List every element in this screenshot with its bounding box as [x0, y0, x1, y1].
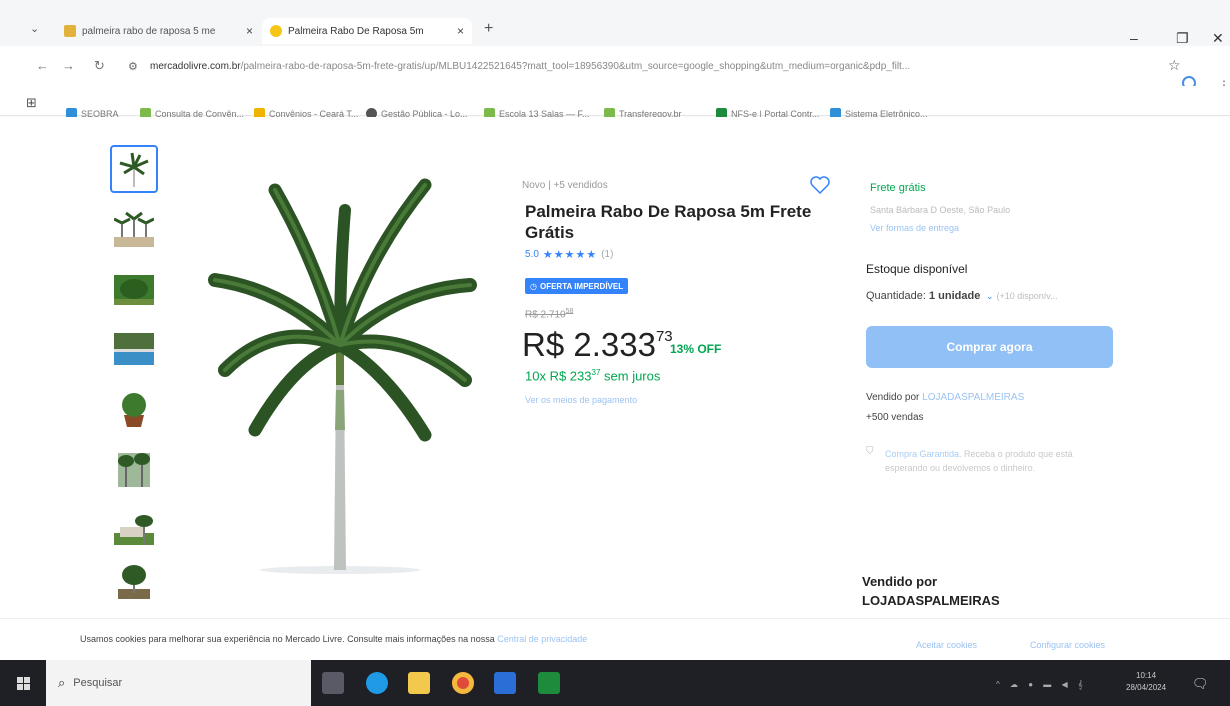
thumbnail-7[interactable]: [110, 505, 158, 553]
search-icon: ⌕: [58, 675, 66, 690]
discount-label: 13% OFF: [670, 342, 722, 356]
taskbar-search-label: Pesquisar: [73, 677, 123, 689]
cookie-text: Usamos cookies para melhorar sua experiê…: [80, 634, 588, 644]
garden-thumbnail-icon: [114, 275, 154, 305]
tab-search-icon[interactable]: ⌄: [30, 22, 39, 35]
tab-product[interactable]: Palmeira Rabo De Raposa 5m ×: [262, 18, 472, 44]
file-explorer-icon[interactable]: [408, 672, 430, 694]
seller-sales: +500 vendas: [866, 412, 924, 423]
clock-icon: ◷: [530, 281, 537, 291]
restore-button[interactable]: ❐: [1176, 30, 1189, 47]
word-icon[interactable]: [494, 672, 516, 694]
shipping-origin: Santa Bárbara D Oeste, São Paulo: [870, 205, 1011, 215]
potted-palm-thumbnail-icon: [122, 393, 146, 427]
offer-badge: ◷ OFERTA IMPERDÍVEL: [525, 278, 629, 294]
tab-title: palmeira rabo de raposa 5 me: [82, 25, 216, 37]
site-settings-icon[interactable]: ⚙: [128, 60, 138, 73]
sold-by: Vendido por LOJADASPALMEIRAS: [866, 392, 1025, 403]
apps-grid-icon[interactable]: ⊞: [26, 95, 37, 111]
favorite-heart-icon[interactable]: [810, 176, 830, 194]
mercadolivre-favicon-icon: [270, 25, 282, 37]
accept-cookies-button[interactable]: Aceitar cookies: [916, 640, 977, 650]
seller-link[interactable]: LOJADASPALMEIRAS: [922, 392, 1024, 403]
product-main-image[interactable]: [195, 170, 485, 580]
thumbnail-2[interactable]: [110, 205, 158, 253]
notifications-icon[interactable]: 🗨: [1192, 676, 1209, 692]
url-input[interactable]: mercadolivre.com.br/palmeira-rabo-de-rap…: [150, 61, 1130, 72]
shield-icon: ⛉: [866, 446, 874, 457]
taskbar-search[interactable]: ⌕ Pesquisar: [46, 660, 311, 706]
tab-close-icon[interactable]: ×: [246, 24, 253, 38]
palm-planted-thumbnail-icon: [118, 565, 150, 599]
installments: 10x R$ 23337 sem juros: [525, 368, 661, 384]
minimize-button[interactable]: –: [1130, 30, 1138, 46]
rating-value: 5.0: [525, 249, 539, 260]
bookmark-star-icon[interactable]: ☆: [1168, 57, 1181, 74]
back-icon[interactable]: ←: [36, 58, 49, 73]
product-title: Palmeira Rabo De Raposa 5m Frete Grátis: [525, 202, 812, 242]
payment-methods-link[interactable]: Ver os meios de pagamento: [525, 395, 637, 405]
thumbnail-5[interactable]: [110, 385, 158, 433]
forward-icon[interactable]: →: [62, 58, 75, 73]
excel-icon[interactable]: [538, 672, 560, 694]
configure-cookies-button[interactable]: Configurar cookies: [1030, 640, 1105, 650]
current-price: R$ 2.33373: [522, 326, 673, 364]
close-window-button[interactable]: ✕: [1212, 30, 1224, 47]
palm-thumbnail-icon: [114, 211, 154, 247]
quantity-selector[interactable]: Quantidade: 1 unidade ⌄ (+10 disponív...: [866, 290, 1058, 302]
start-button[interactable]: [0, 660, 46, 706]
tab-title: Palmeira Rabo De Raposa 5m: [288, 25, 424, 37]
rating-stars-icon: ★★★★★: [542, 249, 598, 261]
url-domain: mercadolivre.com.br: [150, 61, 241, 72]
thumbnail-6[interactable]: [110, 445, 158, 493]
edge-icon[interactable]: [366, 672, 388, 694]
taskbar-clock[interactable]: 10:14 28/04/2024: [1126, 670, 1166, 694]
task-view-icon[interactable]: [322, 672, 344, 694]
rating-count: (1): [601, 249, 614, 260]
free-shipping: Frete grátis: [870, 182, 926, 194]
product-rating[interactable]: 5.0 ★★★★★ (1): [525, 248, 613, 261]
tab-search-results[interactable]: palmeira rabo de raposa 5 me ×: [56, 18, 261, 44]
reload-icon[interactable]: ↻: [94, 58, 105, 74]
guarantee-info: Compra Garantida. Receba o produto que e…: [885, 449, 1073, 473]
stock-title: Estoque disponível: [866, 262, 968, 276]
thumbnail-3[interactable]: [110, 265, 158, 313]
available-count: (+10 disponív...: [996, 291, 1058, 301]
guarantee-link[interactable]: Compra Garantida.: [885, 449, 962, 459]
thumbnail-4[interactable]: [110, 325, 158, 373]
offer-badge-label: OFERTA IMPERDÍVEL: [539, 281, 624, 291]
tab-close-icon[interactable]: ×: [457, 24, 464, 38]
house-palm-thumbnail-icon: [114, 515, 154, 545]
quantity-label: Quantidade:: [866, 290, 929, 302]
pool-thumbnail-icon: [114, 333, 154, 365]
quantity-value: 1 unidade: [929, 290, 981, 302]
palm-row-thumbnail-icon: [118, 453, 150, 487]
chevron-down-icon: ⌄: [983, 291, 994, 301]
windows-logo-icon: [16, 676, 30, 690]
seller-section-title: Vendido por LOJADASPALMEIRAS: [862, 574, 1000, 608]
url-path: /palmeira-rabo-de-raposa-5m-frete-gratis…: [240, 61, 911, 72]
palm-thumbnail-icon: [119, 152, 149, 187]
new-tab-button[interactable]: +: [484, 20, 493, 38]
buy-now-button[interactable]: Comprar agora: [866, 326, 1113, 368]
shipping-options-link[interactable]: Ver formas de entrega: [870, 223, 959, 233]
system-tray-icons[interactable]: ^ ☁ ● ▬ ◀ 𝄞: [996, 680, 1087, 690]
chrome-icon[interactable]: [452, 672, 474, 694]
mercadolivre-favicon-icon: [64, 25, 76, 37]
old-price: R$ 2.71058: [525, 308, 574, 321]
thumbnail-1[interactable]: [110, 145, 158, 193]
thumbnail-8[interactable]: [110, 557, 158, 605]
privacy-link[interactable]: Central de privacidade: [497, 634, 587, 644]
product-condition: Novo | +5 vendidos: [522, 180, 608, 191]
price-main: R$ 2.333: [522, 326, 656, 363]
